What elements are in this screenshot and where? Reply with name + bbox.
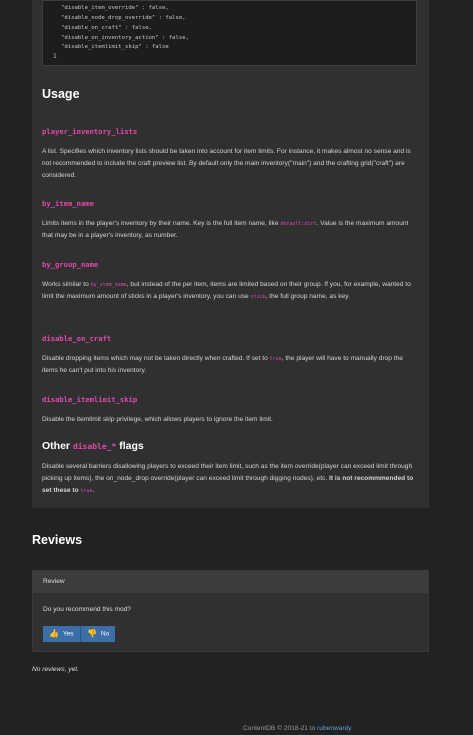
footer: ContentDB © 2018-21 to rubenwardy — [243, 725, 352, 732]
text: , the full group name, as key. — [265, 293, 350, 301]
text: Limits items in the player's inventory b… — [42, 220, 281, 227]
prop-description: Works similar to by_item_name, but inste… — [42, 279, 418, 303]
usage-heading: Usage — [42, 87, 80, 101]
inline-code: true — [269, 356, 282, 362]
prop-player-inventory-lists: player_inventory_lists — [42, 127, 138, 136]
code-line: "disable_item_override" : false, — [61, 5, 169, 11]
inline-code: disable_* — [72, 442, 117, 451]
review-box-header: Review — [33, 571, 428, 593]
button-label: No — [100, 630, 110, 638]
other-flags-description: Disable several barriers disallowing pla… — [42, 461, 418, 498]
code-block: "disable_item_override" : false, "disabl… — [42, 0, 417, 66]
readme-panel — [32, 0, 429, 508]
prop-by-group-name: by_group_name — [42, 260, 99, 269]
review-form: Review Do you recommend this mod? 👍 Yes 👎… — [32, 570, 429, 652]
no-reviews-text: No reviews, yet. — [32, 666, 79, 673]
inline-code: default:dirt — [280, 221, 317, 227]
prop-description: Limits items in the player's inventory b… — [42, 218, 418, 242]
code-line: "disable_itemlimit_skip" : false — [61, 44, 169, 50]
button-label: Yes — [62, 630, 74, 638]
inline-code: true — [80, 488, 93, 495]
text: Disable dropping items which may not be … — [42, 355, 270, 362]
prop-disable-on-craft: disable_on_craft — [42, 334, 112, 343]
other-flags-heading: Other disable_* flags — [42, 440, 144, 452]
prop-description: Disable the itemlimit skip privilege, wh… — [42, 416, 273, 423]
line-number: 1 — [53, 53, 57, 60]
review-question: Do you recommend this mod? — [43, 606, 131, 613]
text: Other — [42, 440, 73, 452]
recommend-yes-button[interactable]: 👍 Yes — [43, 626, 81, 642]
inline-code: by_item_name — [90, 282, 127, 288]
footer-text: ContentDB © 2018-21 to — [243, 725, 318, 732]
text: flags — [116, 440, 144, 452]
recommend-no-button[interactable]: 👎 No — [81, 626, 115, 642]
prop-description: Disable dropping items which may not be … — [42, 353, 418, 377]
prop-description: A list. Specifies which inventory lists … — [42, 148, 411, 180]
thumbs-up-icon: 👍 — [49, 629, 59, 638]
prop-disable-itemlimit-skip: disable_itemlimit_skip — [42, 395, 138, 404]
text: . — [92, 487, 95, 495]
code-line: "disable_on_craft" : false, — [61, 25, 152, 31]
reviews-heading: Reviews — [32, 533, 83, 547]
prop-by-item-name: by_item_name — [42, 199, 94, 208]
thumbs-down-icon: 👎 — [87, 629, 97, 638]
code-line: "disable_node_drop_override" : false, — [61, 15, 186, 21]
inline-code: stick — [250, 294, 266, 301]
code-line: "disable_on_inventory_action" : false, — [61, 35, 189, 41]
text: Works similar to — [42, 281, 91, 288]
footer-author-link[interactable]: rubenwardy — [317, 725, 351, 732]
